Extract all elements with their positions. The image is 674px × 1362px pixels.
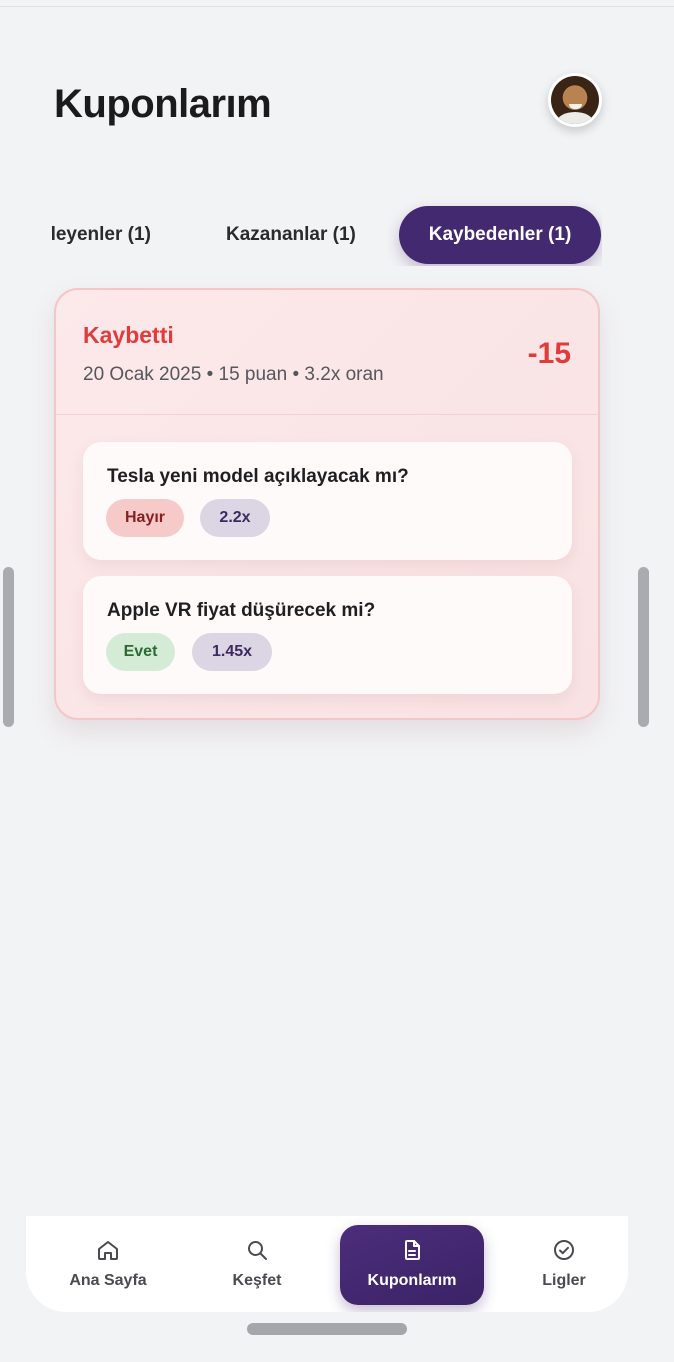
selection-pick-badge: Hayır (106, 499, 184, 537)
selection-item[interactable]: Apple VR fiyat düşürecek mi? Evet 1.45x (83, 576, 572, 694)
page-title: Kuponlarım (54, 82, 272, 126)
nav-item-explore[interactable]: Keşfet (186, 1216, 328, 1312)
nav-item-leagues[interactable]: Ligler (493, 1216, 628, 1312)
coupon-status: Kaybetti (83, 322, 174, 348)
left-scrollbar[interactable] (3, 567, 14, 727)
home-icon (98, 1241, 118, 1260)
selection-odds-badge: 1.45x (192, 633, 272, 671)
search-icon (248, 1241, 267, 1260)
badge-check-icon (554, 1240, 574, 1260)
tab-pending[interactable]: kleyenler (1) (52, 206, 151, 264)
avatar[interactable] (548, 73, 602, 127)
nav-label-home: Ana Sayfa (69, 1272, 147, 1289)
nav-label-leagues: Ligler (542, 1272, 586, 1289)
coupon-meta: 20 Ocak 2025 • 15 puan • 3.2x oran (83, 364, 384, 385)
tab-won[interactable]: Kazananlar (1) (226, 206, 356, 264)
top-divider (0, 6, 674, 7)
coupon-card[interactable]: Kaybetti 20 Ocak 2025 • 15 puan • 3.2x o… (54, 288, 600, 720)
nav-label-coupons: Kuponlarım (367, 1272, 457, 1289)
avatar-photo (551, 76, 599, 124)
selection-item[interactable]: Tesla yeni model açıklayacak mı? Hayır 2… (83, 442, 572, 560)
tab-lost[interactable]: Kaybedenler (1) (399, 206, 601, 264)
nav-label-explore: Keşfet (232, 1272, 282, 1289)
selection-question: Apple VR fiyat düşürecek mi? (107, 600, 376, 621)
selection-question: Tesla yeni model açıklayacak mı? (107, 466, 409, 487)
app-screen: Kuponlarım kleyenler (1) Kazananlar (1) … (26, 10, 628, 1312)
bottom-nav: Ana Sayfa Keşfet Kuponlarım Ligler (26, 1216, 628, 1312)
document-icon (405, 1240, 420, 1260)
home-indicator[interactable] (247, 1323, 407, 1335)
selection-odds-badge: 2.2x (200, 499, 270, 537)
coupon-filter-tabs: kleyenler (1) Kazananlar (1) Kaybedenler… (52, 194, 602, 266)
coupon-points-delta: -15 (527, 337, 571, 370)
nav-item-coupons[interactable]: Kuponlarım (340, 1225, 484, 1305)
nav-item-home[interactable]: Ana Sayfa (37, 1216, 179, 1312)
coupon-divider (56, 414, 598, 415)
right-scrollbar[interactable] (638, 567, 649, 727)
selection-pick-badge: Evet (106, 633, 175, 671)
